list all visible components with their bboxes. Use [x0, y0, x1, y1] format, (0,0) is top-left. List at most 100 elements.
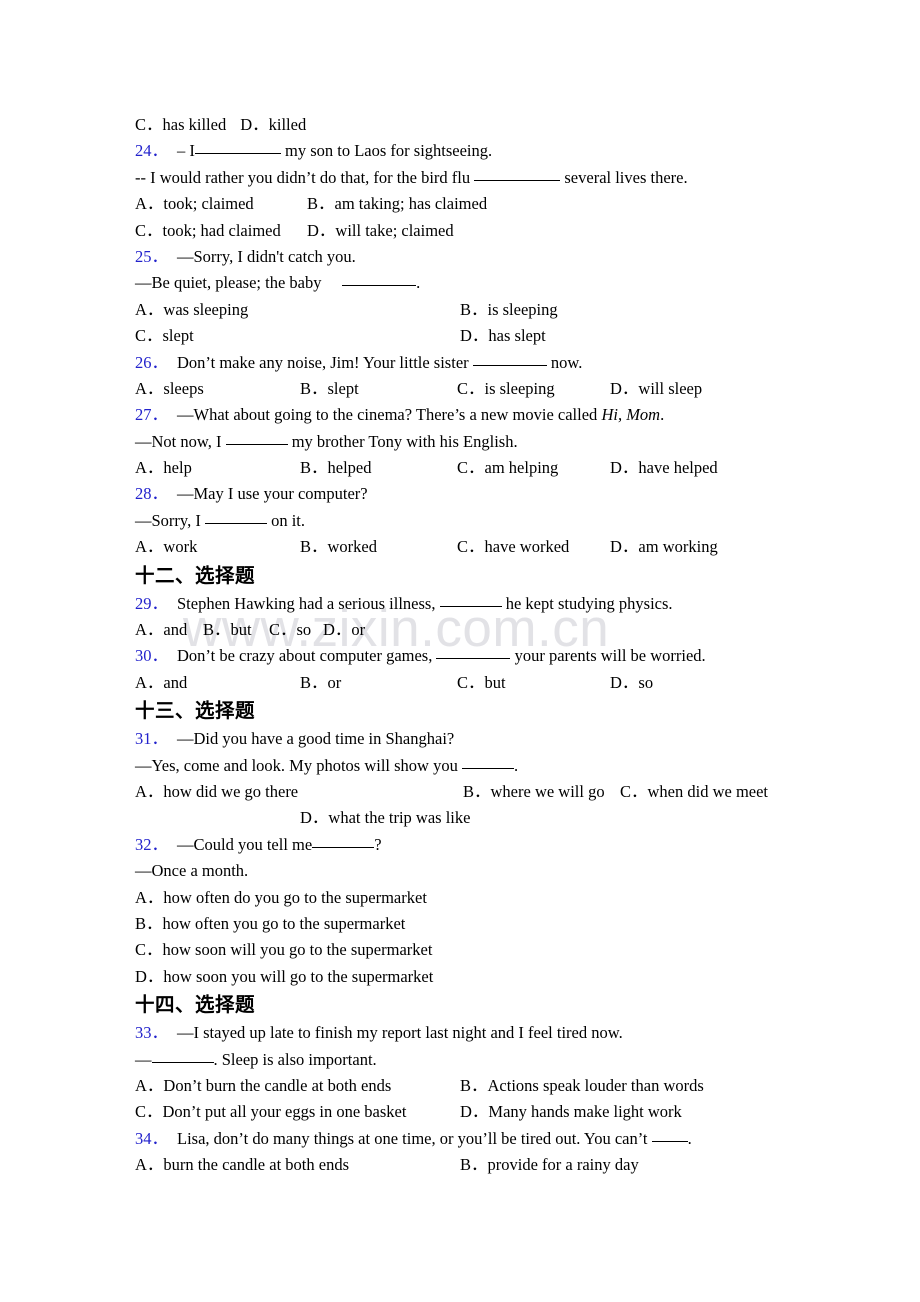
question-24-stem-line-2: -- I would rather you didn’t do that, fo… [135, 165, 920, 191]
question-25-options-row-2: C．slept D．has slept [135, 323, 920, 349]
option-b[interactable]: B．or [300, 670, 341, 696]
answer-blank [474, 169, 561, 181]
question-32-option-c[interactable]: C．how soon will you go to the supermarke… [135, 937, 920, 963]
question-31-number: 31． [135, 729, 168, 749]
option-a[interactable]: A．how often do you go to the supermarket [135, 888, 427, 907]
option-a[interactable]: A．Don’t burn the candle at both ends [135, 1073, 391, 1099]
option-a[interactable]: A．sleeps [135, 376, 204, 402]
option-b[interactable]: B．how often you go to the supermarket [135, 914, 405, 933]
option-b[interactable]: B．Actions speak louder than words [460, 1073, 704, 1099]
option-a[interactable]: A．work [135, 534, 197, 560]
question-31-stem-line-1: 31． —Did you have a good time in Shanghai… [135, 726, 920, 752]
question-32-stem-a: —Could you tell me [177, 834, 313, 854]
question-28-stem-b: —Sorry, I [135, 510, 201, 530]
question-30-number: 30． [135, 646, 168, 666]
question-25-stem-c: . [416, 273, 421, 293]
option-a[interactable]: A．and [135, 617, 187, 643]
option-d[interactable]: D．so [610, 670, 653, 696]
option-c[interactable]: C．how soon will you go to the supermarke… [135, 940, 432, 959]
answer-blank [312, 836, 375, 848]
option-d[interactable]: D．will take; claimed [307, 218, 454, 244]
option-c[interactable]: C．have worked [457, 534, 569, 560]
question-28-options-row: A．work B．worked C．have worked D．am worki… [135, 534, 920, 560]
question-25-options-row-1: A．was sleeping B．is sleeping [135, 297, 920, 323]
option-d[interactable]: D．has slept [460, 323, 546, 349]
option-b[interactable]: B．helped [300, 455, 372, 481]
question-32-option-a[interactable]: A．how often do you go to the supermarket [135, 885, 920, 911]
answer-blank [436, 647, 511, 660]
option-d[interactable]: D．what the trip was like [300, 805, 470, 831]
question-31-options-row-1: A．how did we go there B．where we will go… [135, 779, 920, 805]
option-c[interactable]: C．slept [135, 323, 194, 349]
option-a[interactable]: A．burn the candle at both ends [135, 1152, 349, 1178]
option-b[interactable]: B．provide for a rainy day [460, 1152, 639, 1178]
answer-blank [204, 512, 267, 524]
question-26-stem-a: Don’t make any noise, Jim! Your little s… [177, 352, 469, 372]
option-a[interactable]: A．help [135, 455, 192, 481]
option-b[interactable]: B．slept [300, 376, 359, 402]
question-33-stem-line-2: — . Sleep is also important. [135, 1047, 920, 1073]
option-a[interactable]: A．was sleeping [135, 297, 248, 323]
question-24-number: 24． [135, 141, 168, 161]
question-29-options-row: A．and B．but C．so D．or [135, 617, 920, 643]
question-33-options-row-2: C．Don’t put all your eggs in one basket … [135, 1099, 920, 1125]
question-32-stem-b: ? [374, 834, 382, 854]
question-34-number: 34． [135, 1128, 168, 1148]
question-34-options-row: A．burn the candle at both ends B．provide… [135, 1152, 920, 1178]
question-33-number: 33． [135, 1023, 168, 1043]
question-34-stem-line: 34． Lisa, don’t do many things at one tim… [135, 1126, 920, 1152]
option-c[interactable]: C．is sleeping [457, 376, 555, 402]
option-c[interactable]: C．Don’t put all your eggs in one basket [135, 1099, 406, 1125]
option-d[interactable]: D．Many hands make light work [460, 1099, 682, 1125]
question-33-stem-a: —I stayed up late to finish my report la… [177, 1023, 623, 1043]
option-d[interactable]: D．am working [610, 534, 718, 560]
question-32-number: 32． [135, 834, 168, 854]
option-c[interactable]: C．took; had claimed [135, 218, 281, 244]
question-34-stem-a: Lisa, don’t do many things at one time, … [177, 1128, 648, 1148]
question-28-stem-line-1: 28． —May I use your computer? [135, 481, 920, 507]
option-c[interactable]: C．but [457, 670, 506, 696]
answer-blank [225, 433, 288, 445]
question-32-stem-c: —Once a month. [135, 861, 249, 881]
option-b[interactable]: B．where we will go [463, 779, 605, 805]
question-28-stem-line-2: —Sorry, I on it. [135, 508, 920, 534]
option-d[interactable]: D．will sleep [610, 376, 702, 402]
question-26-options-row: A．sleeps B．slept C．is sleeping D．will sl… [135, 376, 920, 402]
question-32-option-d[interactable]: D．how soon you will go to the supermarke… [135, 964, 920, 990]
option-a[interactable]: A．and [135, 670, 187, 696]
option-a[interactable]: A．how did we go there [135, 779, 298, 805]
question-26-stem-line: 26． Don’t make any noise, Jim! Your littl… [135, 350, 920, 376]
question-33-stem-b: — [135, 1049, 152, 1069]
option-c[interactable]: C．am helping [457, 455, 558, 481]
question-27-stem-c: my brother Tony with his English. [291, 431, 518, 451]
question-25-number: 25． [135, 246, 168, 266]
answer-blank [151, 1051, 214, 1063]
question-31-stem-b: —Yes, come and look. My photos will show… [135, 755, 458, 775]
question-24-options-row-2: C．took; had claimed D．will take; claimed [135, 218, 920, 244]
question-24-options-row-1: A．took; claimed B．am taking; has claimed [135, 191, 920, 217]
question-31-stem-line-2: —Yes, come and look. My photos will show… [135, 753, 920, 779]
option-b[interactable]: B．but [203, 617, 252, 643]
answer-blank [342, 274, 417, 287]
option-c[interactable]: C．when did we meet [620, 779, 768, 805]
question-33-stem-c: . Sleep is also important. [213, 1049, 377, 1069]
option-b[interactable]: B．is sleeping [460, 297, 558, 323]
question-27-options-row: A．help B．helped C．am helping D．have help… [135, 455, 920, 481]
question-26-stem-b: now. [550, 352, 583, 372]
option-d[interactable]: D．how soon you will go to the supermarke… [135, 967, 433, 986]
question-32-stem-line-2: —Once a month. [135, 858, 920, 884]
answer-blank [472, 354, 547, 366]
option-d[interactable]: D．have helped [610, 455, 718, 481]
document-content: C．has killed D．killed 24． – I my son to La… [0, 0, 920, 1178]
question-27-stem-a2: . [660, 405, 665, 425]
option-d[interactable]: D．or [323, 617, 365, 643]
option-c[interactable]: C．so [269, 617, 311, 643]
question-27-number: 27． [135, 405, 168, 425]
question-29-stem-a: Stephen Hawking had a serious illness, [177, 593, 436, 613]
question-25-stem-line-2: —Be quiet, please; the baby . [135, 270, 920, 296]
section-heading-14: 十四、选择题 [135, 993, 256, 1017]
question-32-option-b[interactable]: B．how often you go to the supermarket [135, 911, 920, 937]
option-b[interactable]: B．am taking; has claimed [307, 191, 487, 217]
option-b[interactable]: B．worked [300, 534, 377, 560]
option-a[interactable]: A．took; claimed [135, 191, 254, 217]
